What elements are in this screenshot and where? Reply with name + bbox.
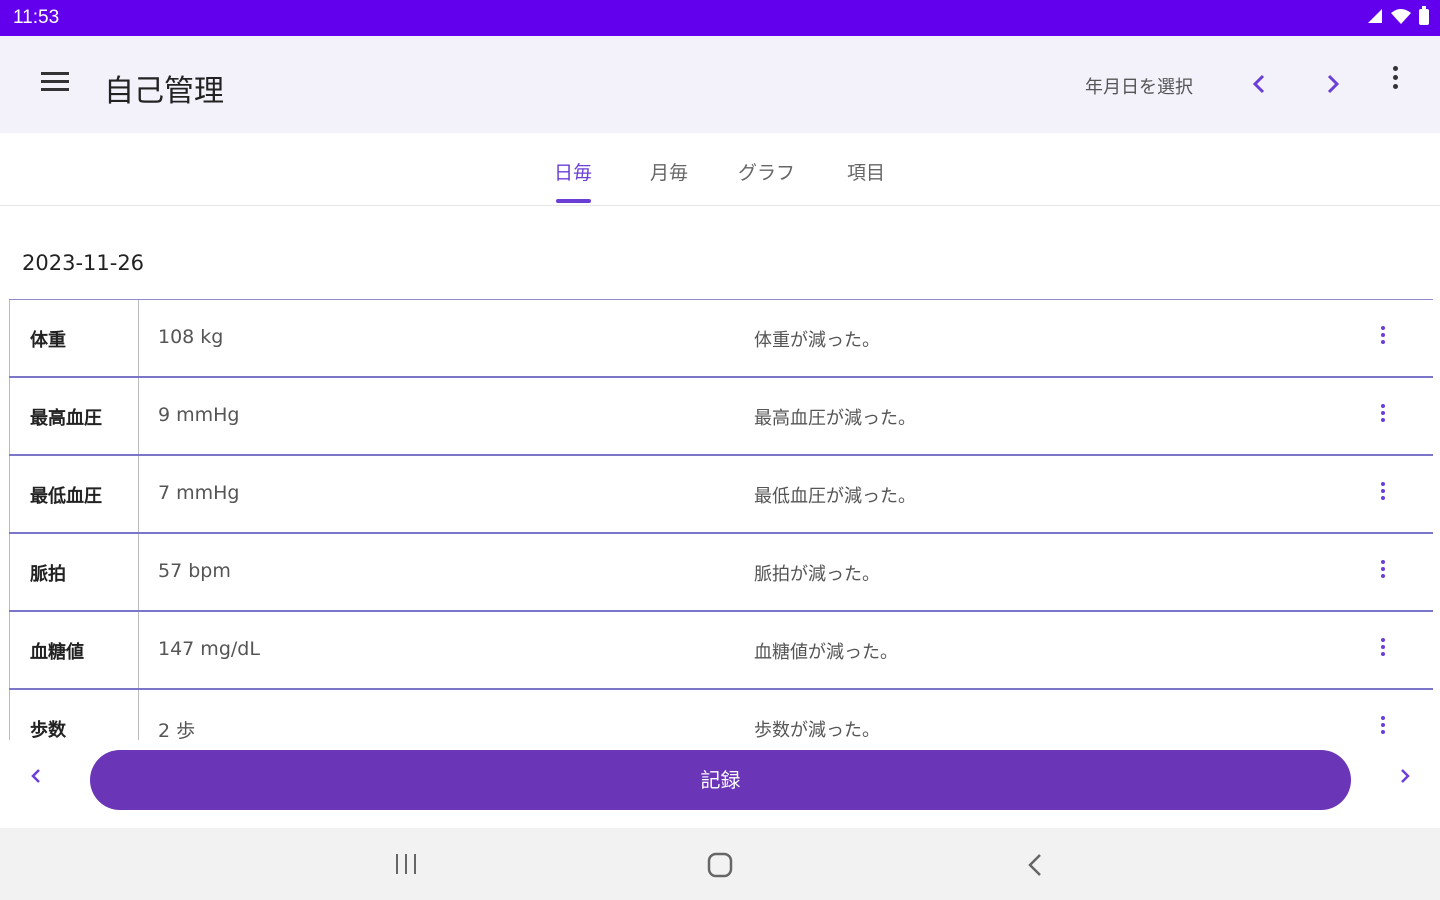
table-row[interactable]: 最低血圧 7 mmHg 最低血圧が減った。: [9, 454, 1433, 532]
tab-bar: 日毎 月毎 グラフ 項目: [0, 133, 1440, 206]
row-label-cell: 血糖値: [9, 612, 139, 688]
row-more-button[interactable]: [1377, 404, 1389, 428]
records-table: 体重 108 kg 体重が減った。 最高血圧 9 mmHg 最高血圧が減った。 …: [9, 299, 1433, 740]
app-bar: 自己管理 年月日を選択: [0, 36, 1440, 133]
row-label: 体重: [30, 330, 66, 351]
record-button[interactable]: 記録: [90, 750, 1351, 810]
chevron-left-icon: [1252, 74, 1265, 94]
row-value: 57 bpm: [158, 560, 231, 582]
row-value: 108 kg: [158, 326, 224, 348]
table-row[interactable]: 体重 108 kg 体重が減った。: [9, 299, 1433, 376]
row-note: 最高血圧が減った。: [754, 408, 916, 429]
recent-apps-icon: [396, 854, 416, 874]
overflow-menu-button[interactable]: [1382, 66, 1408, 102]
row-label: 血糖値: [30, 642, 84, 663]
more-vert-icon: [1377, 716, 1389, 734]
tab-graph[interactable]: グラフ: [738, 158, 795, 185]
table-row[interactable]: 歩数 2 歩 歩数が減った。: [9, 688, 1433, 740]
date-heading: 2023-11-26: [22, 251, 145, 275]
row-label: 歩数: [30, 720, 66, 740]
date-select-button[interactable]: 年月日を選択: [1085, 73, 1193, 99]
row-more-button[interactable]: [1377, 482, 1389, 506]
table-row[interactable]: 最高血圧 9 mmHg 最高血圧が減った。: [9, 376, 1433, 454]
row-label-cell: 体重: [9, 300, 139, 376]
table-row[interactable]: 血糖値 147 mg/dL 血糖値が減った。: [9, 610, 1433, 688]
system-navigation-bar: [0, 828, 1440, 900]
row-label: 脈拍: [30, 564, 66, 585]
menu-button[interactable]: [38, 68, 72, 98]
row-note: 最低血圧が減った。: [754, 486, 916, 507]
wifi-icon: [1391, 9, 1411, 24]
row-label: 最高血圧: [30, 408, 102, 429]
row-value: 7 mmHg: [158, 482, 240, 504]
more-vert-icon: [1377, 638, 1389, 656]
row-note: 歩数が減った。: [754, 720, 880, 740]
back-button[interactable]: [1025, 852, 1047, 878]
app-title: 自己管理: [104, 74, 224, 109]
row-note: 脈拍が減った。: [754, 564, 880, 585]
page-prev-button[interactable]: [24, 764, 48, 788]
tab-monthly[interactable]: 月毎: [650, 158, 688, 185]
chevron-right-icon: [1327, 74, 1340, 94]
home-button[interactable]: [707, 852, 733, 878]
status-bar: 11:53: [0, 0, 1440, 36]
more-vert-icon: [1377, 326, 1389, 344]
row-more-button[interactable]: [1377, 638, 1389, 662]
row-label-cell: 最低血圧: [9, 456, 139, 532]
row-value: 147 mg/dL: [158, 638, 260, 660]
row-note: 血糖値が減った。: [754, 642, 898, 663]
signal-icon: [1368, 9, 1382, 23]
row-label-cell: 歩数: [9, 690, 139, 740]
menu-icon: [38, 72, 72, 91]
chevron-right-icon: [1401, 769, 1410, 783]
tab-indicator: [556, 199, 591, 203]
row-more-button[interactable]: [1377, 560, 1389, 584]
row-more-button[interactable]: [1377, 716, 1389, 740]
tab-daily[interactable]: 日毎: [554, 158, 592, 185]
row-value: 9 mmHg: [158, 404, 240, 426]
more-vert-icon: [1377, 482, 1389, 500]
row-note: 体重が減った。: [754, 330, 880, 351]
home-icon: [707, 852, 733, 878]
chevron-left-icon: [31, 769, 40, 783]
battery-icon: [1419, 6, 1429, 25]
row-label-cell: 脈拍: [9, 534, 139, 610]
table-row[interactable]: 脈拍 57 bpm 脈拍が減った。: [9, 532, 1433, 610]
more-vert-icon: [1382, 66, 1408, 89]
row-label: 最低血圧: [30, 486, 102, 507]
status-time: 11:53: [13, 7, 60, 28]
bottom-action-area: 記録: [0, 740, 1440, 828]
more-vert-icon: [1377, 404, 1389, 422]
page-next-button[interactable]: [1393, 764, 1417, 788]
tab-items[interactable]: 項目: [847, 158, 885, 185]
row-label-cell: 最高血圧: [9, 378, 139, 454]
recent-apps-button[interactable]: [393, 852, 419, 876]
back-icon: [1028, 854, 1041, 876]
previous-day-button[interactable]: [1244, 68, 1276, 100]
row-more-button[interactable]: [1377, 326, 1389, 350]
row-value: 2 歩: [158, 720, 196, 740]
status-icons: [1366, 6, 1430, 26]
more-vert-icon: [1377, 560, 1389, 578]
next-day-button[interactable]: [1316, 68, 1348, 100]
